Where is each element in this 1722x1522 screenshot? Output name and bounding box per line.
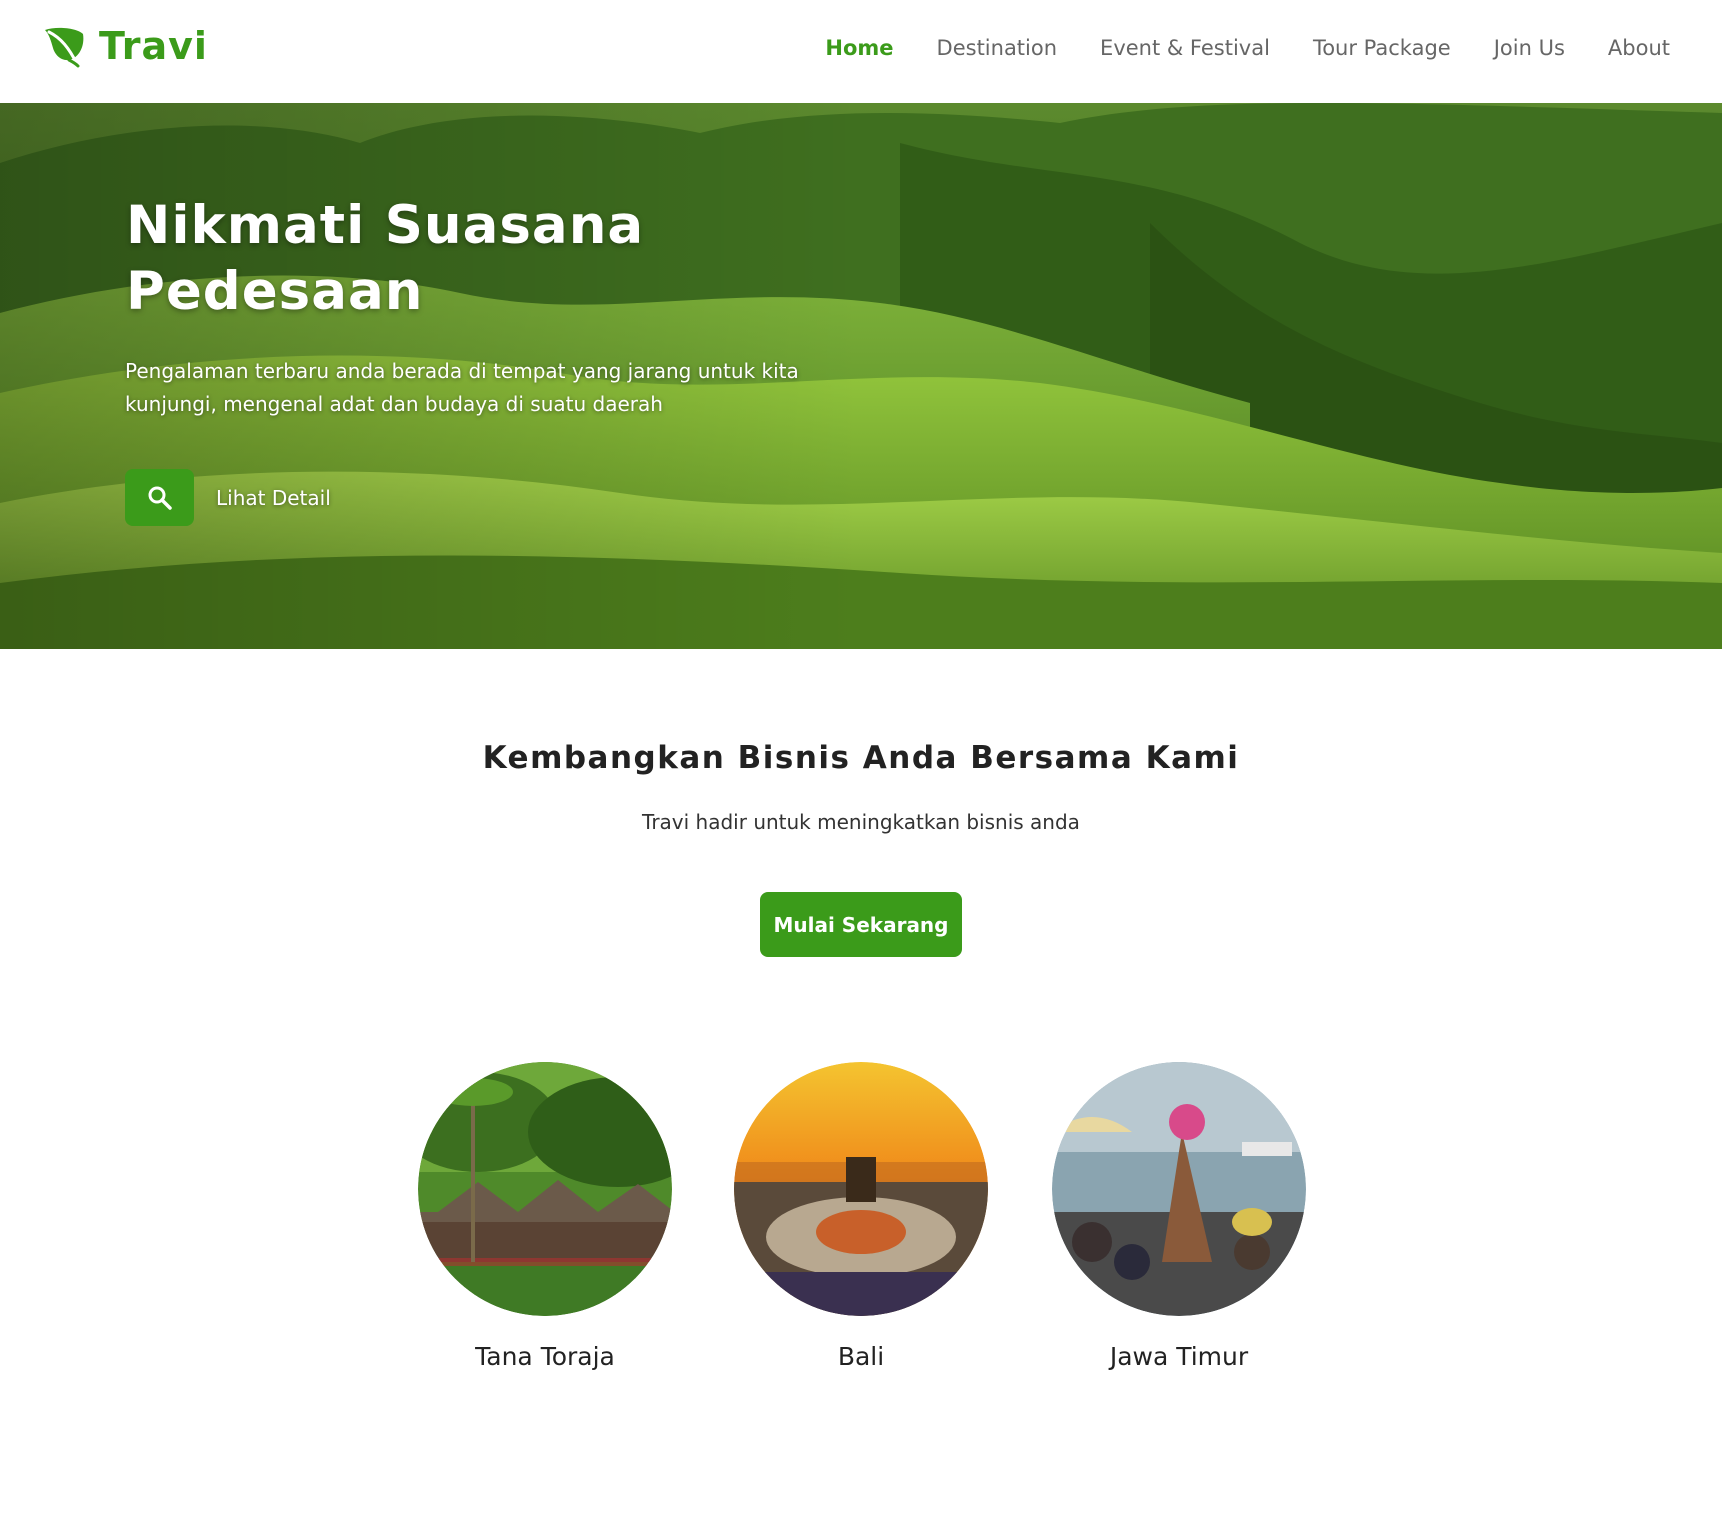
destination-card-jawa-timur[interactable]: Jawa Timur bbox=[1052, 1062, 1306, 1371]
view-detail-label[interactable]: Lihat Detail bbox=[216, 486, 331, 510]
search-button[interactable] bbox=[125, 469, 194, 526]
destination-image-jawa-timur bbox=[1052, 1062, 1306, 1316]
main-nav: Home Destination Event & Festival Tour P… bbox=[825, 36, 1670, 60]
navbar: Travi Home Destination Event & Festival … bbox=[0, 0, 1722, 103]
nav-join-us[interactable]: Join Us bbox=[1494, 36, 1565, 60]
search-icon bbox=[148, 486, 172, 510]
nav-about[interactable]: About bbox=[1608, 36, 1670, 60]
destination-card-bali[interactable]: Bali bbox=[734, 1062, 988, 1371]
destination-image-bali bbox=[734, 1062, 988, 1316]
nav-tour-package[interactable]: Tour Package bbox=[1313, 36, 1451, 60]
leaf-icon bbox=[45, 27, 84, 68]
brand-name: Travi bbox=[99, 24, 208, 68]
view-detail-cta[interactable]: Lihat Detail bbox=[125, 469, 331, 526]
hero-description: Pengalaman terbaru anda berada di tempat… bbox=[125, 359, 799, 416]
destination-name: Jawa Timur bbox=[1109, 1342, 1249, 1371]
destination-card-tana-toraja[interactable]: Tana Toraja bbox=[418, 1062, 672, 1371]
nav-event-festival[interactable]: Event & Festival bbox=[1100, 36, 1270, 60]
brand-logo[interactable]: Travi bbox=[43, 24, 208, 68]
destination-name: Bali bbox=[837, 1342, 885, 1371]
section-subtitle: Travi hadir untuk meningkatkan bisnis an… bbox=[642, 810, 1080, 834]
section-title: Kembangkan Bisnis Anda Bersama Kami bbox=[482, 740, 1240, 776]
destination-name: Tana Toraja bbox=[475, 1342, 615, 1371]
nav-destination[interactable]: Destination bbox=[937, 36, 1058, 60]
hero-section: Nikmati Suasana Pedesaan Pengalaman terb… bbox=[0, 103, 1722, 649]
start-now-button[interactable]: Mulai Sekarang bbox=[760, 892, 962, 957]
hero-title: Nikmati Suasana Pedesaan bbox=[126, 195, 645, 322]
nav-home[interactable]: Home bbox=[825, 36, 893, 60]
destination-image-tana-toraja bbox=[418, 1062, 672, 1316]
